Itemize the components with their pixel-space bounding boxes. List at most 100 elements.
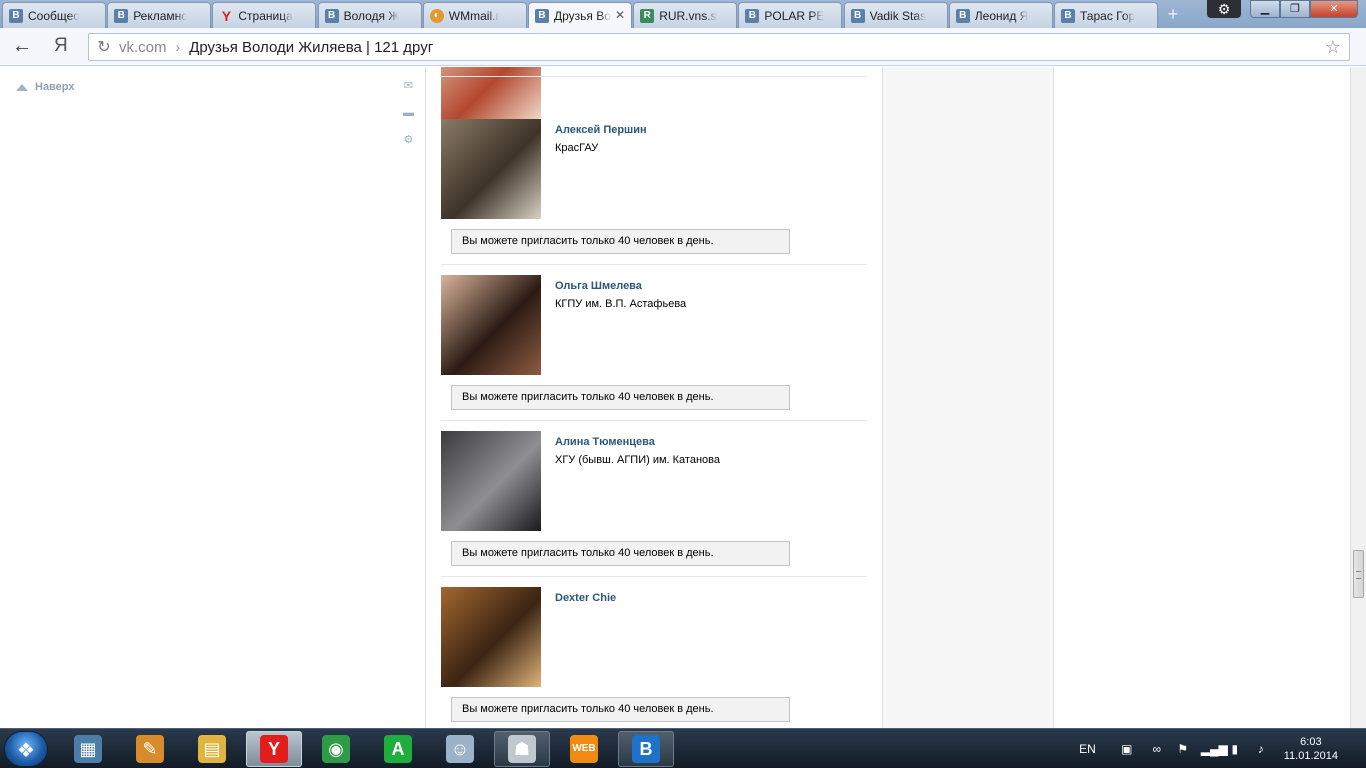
back-button[interactable]: ← [12,36,32,56]
browser-settings-button[interactable]: ⚙ [1207,0,1241,18]
taskbar-app-vk-app[interactable]: B [618,731,674,767]
minimize-button[interactable]: ▁ [1250,0,1280,18]
battery-icon[interactable]: ▮ [1227,741,1243,757]
clock-date: 11.01.2014 [1283,750,1338,762]
browser-tab[interactable]: B Сообщес [2,2,106,28]
column-divider [425,67,426,728]
tab-label: WMmail.r [448,8,500,23]
taskbar-app-calculator[interactable]: ▦ [60,731,116,767]
vk-app-icon: B [632,735,660,763]
invite-limit-notice: Вы можете пригласить только 40 человек в… [451,229,790,254]
friend-school: ХГУ (бывш. АГПИ) им. Катанова [555,454,720,466]
browser-tab[interactable]: B Рекламнс [107,2,212,28]
friend-avatar[interactable] [441,587,541,687]
maximize-button[interactable]: ❐ [1280,0,1310,18]
vk-favicon-icon: B [114,8,129,23]
scrollbar-thumb[interactable] [1353,550,1364,598]
browser-tab[interactable]: B Тарас Гор [1054,2,1158,28]
friend-name-link[interactable]: Ольга Шмелева [555,280,642,292]
clock[interactable]: 6:03 11.01.2014 [1284,735,1338,763]
friend-school: КГПУ им. В.П. Астафьева [555,298,687,310]
vk-favicon-icon: B [1061,8,1075,23]
browser-tab[interactable]: Y Страница [212,2,317,28]
system-tray: EN ▣ ∞ ⚑ ▂▄▆ ▮ ♪ 6:03 11.01.2014 [1074,729,1366,768]
right-panel [882,67,1054,728]
browser-tab[interactable]: B Друзья Во ✕ [528,2,632,28]
friend-name-link[interactable]: Алексей Першин [555,124,647,136]
vertical-scrollbar[interactable] [1350,67,1366,728]
rur-favicon-icon: R [640,8,655,23]
explorer-icon: ▤ [198,735,226,763]
tab-label: Рекламнс [133,8,188,23]
scroll-to-top-link[interactable]: Наверх [16,81,75,93]
chrome-icon: ◉ [322,735,350,763]
browser-tab[interactable]: B Володя Ж [317,2,422,28]
page-viewport: Наверх ✉ ▬ ⚙ Алексей Першин КрасГАУ Вы мож… [0,67,1350,728]
browser-tab[interactable]: B POLAR PE [738,2,843,28]
taskbar-app-yandex-browser[interactable]: Y [246,731,302,767]
browser-tab[interactable]: ◐ WMmail.r [422,2,527,28]
tab-label: RUR.vns.s [659,8,717,23]
address-bar[interactable]: ↻ vk.com › Друзья Володи Жиляева | 121 д… [88,33,1350,61]
bookmark-star-icon[interactable]: ☆ [1325,37,1341,58]
tab-label: Тарас Гор [1080,8,1136,23]
a-app-icon: A [384,735,412,763]
taskbar-app-chrome[interactable]: ◉ [308,731,364,767]
tab-strip: B Сообщес B Рекламнс Y Страница B Володя Ж ◐ WMma… [0,0,1366,28]
mail-icon[interactable]: ✉ [402,81,415,92]
taskbar-app-websurf[interactable]: WEB [556,731,612,767]
taskbar-app-mascot-app[interactable]: ☺ [432,731,488,767]
reload-icon[interactable]: ↻ [89,37,119,57]
row-divider [441,420,867,421]
language-indicator[interactable]: EN [1079,741,1096,757]
tab-label: Друзья Во [554,8,611,23]
websurf-tray-icon[interactable]: ▣ [1115,741,1139,757]
network-link-icon[interactable]: ∞ [1149,741,1165,757]
calculator-icon: ▦ [74,735,102,763]
friend-avatar[interactable] [441,431,541,531]
clock-time: 6:03 [1300,736,1322,748]
yandex-browser-icon: Y [260,735,288,763]
signal-icon[interactable]: ▂▄▆ [1201,741,1228,757]
vk-favicon-icon: B [955,8,970,23]
browser-tab[interactable]: B Vadik Stas [843,2,948,28]
vk-favicon-icon: B [535,8,549,23]
start-button[interactable] [4,731,48,767]
settings-icon[interactable]: ⚙ [402,135,415,146]
tab-label: Сообщес [28,8,80,23]
invite-limit-notice: Вы можете пригласить только 40 человек в… [451,385,790,410]
invite-limit-notice: Вы можете пригласить только 40 человек в… [451,541,790,566]
browser-tab[interactable]: B Леонид Я [948,2,1053,28]
yandex-favicon-icon: Y [221,7,232,24]
taskbar-app-explorer[interactable]: ▤ [184,731,240,767]
new-tab-button[interactable]: + [1160,4,1186,24]
close-tab-icon[interactable]: ✕ [615,8,625,22]
wmmail-favicon-icon: ◐ [429,8,444,23]
websurf-icon: WEB [570,735,598,763]
invite-limit-notice: Вы можете пригласить только 40 человек в… [451,697,790,722]
paint-icon: ✎ [136,735,164,763]
tab-label: Vadik Stas [869,8,927,23]
friend-name-link[interactable]: Dexter Chie [555,592,616,604]
friend-avatar[interactable] [441,119,541,219]
navigation-bar: ← Я ↻ vk.com › Друзья Володи Жиляева | 1… [0,28,1366,66]
taskbar-app-robot-app[interactable]: ☗ [494,731,550,767]
scroll-to-top-label: Наверх [35,81,75,93]
taskbar-app-a-app[interactable]: A [370,731,426,767]
flag-icon[interactable]: ⚑ [1175,741,1191,757]
address-separator: › [175,39,181,55]
mascot-app-icon: ☺ [446,735,474,763]
yandex-button[interactable]: Я [54,35,68,57]
taskbar-app-paint[interactable]: ✎ [122,731,178,767]
vk-favicon-icon: B [745,8,760,23]
tab-label: Страница [238,8,293,23]
close-window-button[interactable]: ✕ [1310,0,1358,18]
taskbar: ▦ ✎ ▤ Y ◉ A ☺ ☗ WEB B EN ▣ ∞ ⚑ ▂▄▆ ▮ ♪ 6:03 11.01… [0,728,1366,768]
friend-avatar[interactable] [441,275,541,375]
browser-tab[interactable]: R RUR.vns.s [633,2,738,28]
friend-name-link[interactable]: Алина Тюменцева [555,436,655,448]
row-divider [441,76,867,77]
volume-icon[interactable]: ♪ [1253,741,1269,757]
chat-icon[interactable]: ▬ [402,108,415,119]
side-icons: ✉ ▬ ⚙ [402,81,416,162]
